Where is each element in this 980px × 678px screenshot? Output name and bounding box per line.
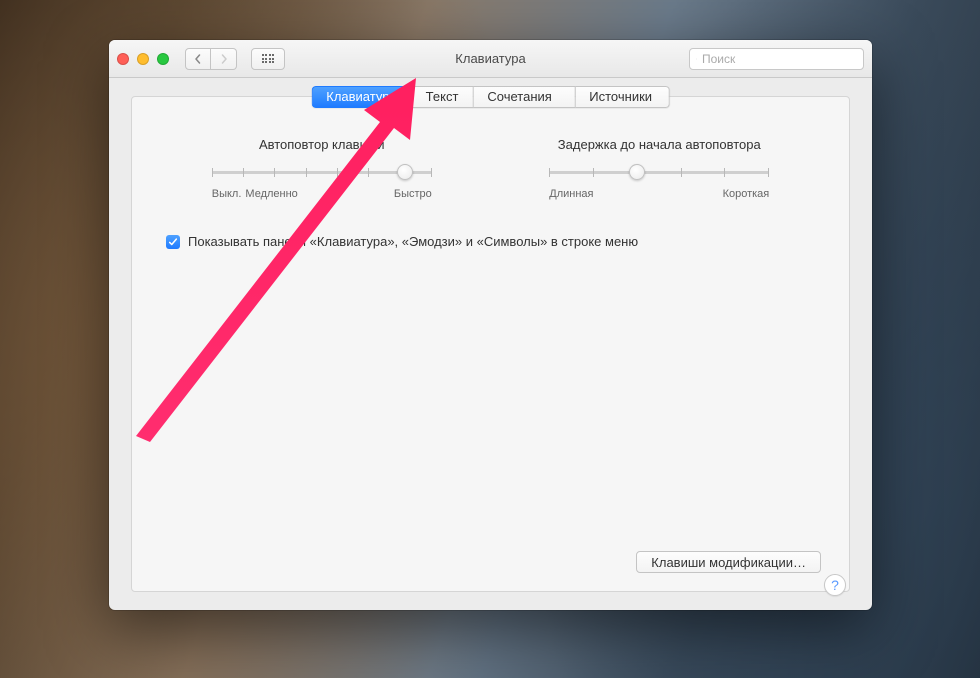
- slider-end-long: Длинная: [549, 188, 593, 200]
- close-icon[interactable]: [117, 53, 129, 65]
- forward-button[interactable]: [211, 48, 237, 70]
- key-repeat-slider[interactable]: [212, 162, 432, 182]
- checkbox-checked-icon[interactable]: [166, 235, 180, 249]
- tab-strip: Клавиатура Текст Сочетания клавиш Источн…: [311, 86, 670, 108]
- delay-slider[interactable]: [549, 162, 769, 182]
- key-repeat-label: Автоповтор клавиши: [259, 137, 385, 152]
- zoom-icon[interactable]: [157, 53, 169, 65]
- tab-shortcuts[interactable]: Сочетания клавиш: [473, 86, 575, 108]
- panel-footer: Клавиши модификации…: [160, 551, 821, 573]
- modifier-keys-button[interactable]: Клавиши модификации…: [636, 551, 821, 573]
- back-button[interactable]: [185, 48, 211, 70]
- inner-panel: Клавиатура Текст Сочетания клавиш Источн…: [131, 96, 850, 592]
- key-repeat-group: Автоповтор клавиши Выкл. Медленно Быстро: [192, 137, 452, 200]
- help-button[interactable]: ?: [824, 574, 846, 596]
- help-icon: ?: [831, 577, 839, 593]
- tab-text[interactable]: Текст: [412, 86, 474, 108]
- window-titlebar: Клавиатура: [109, 40, 872, 78]
- minimize-icon[interactable]: [137, 53, 149, 65]
- slider-knob[interactable]: [629, 164, 645, 180]
- grid-icon: [262, 54, 275, 63]
- traffic-lights: [117, 53, 169, 65]
- delay-group: Задержка до начала автоповтора Длинная К…: [529, 137, 789, 200]
- search-field[interactable]: [689, 48, 864, 70]
- slider-end-short: Короткая: [723, 188, 770, 200]
- nav-buttons: [185, 48, 237, 70]
- show-all-button[interactable]: [251, 48, 285, 70]
- sliders-row: Автоповтор клавиши Выкл. Медленно Быстро: [160, 137, 821, 200]
- delay-label: Задержка до начала автоповтора: [558, 137, 761, 152]
- checkbox-label: Показывать панели «Клавиатура», «Эмодзи»…: [188, 234, 638, 249]
- slider-end-fast: Быстро: [394, 188, 432, 200]
- slider-end-slow: Медленно: [245, 188, 297, 200]
- tab-keyboard[interactable]: Клавиатура: [311, 86, 411, 108]
- tab-input-sources[interactable]: Источники ввода: [575, 86, 669, 108]
- slider-end-off: Выкл.: [212, 188, 242, 200]
- preferences-window: Клавиатура Клавиатура Текст Сочетания кл…: [109, 40, 872, 610]
- window-content: Клавиатура Текст Сочетания клавиш Источн…: [109, 78, 872, 610]
- search-icon: [696, 53, 697, 65]
- search-input[interactable]: [702, 52, 857, 66]
- menubar-viewers-checkbox-row: Показывать панели «Клавиатура», «Эмодзи»…: [166, 234, 821, 249]
- slider-knob[interactable]: [397, 164, 413, 180]
